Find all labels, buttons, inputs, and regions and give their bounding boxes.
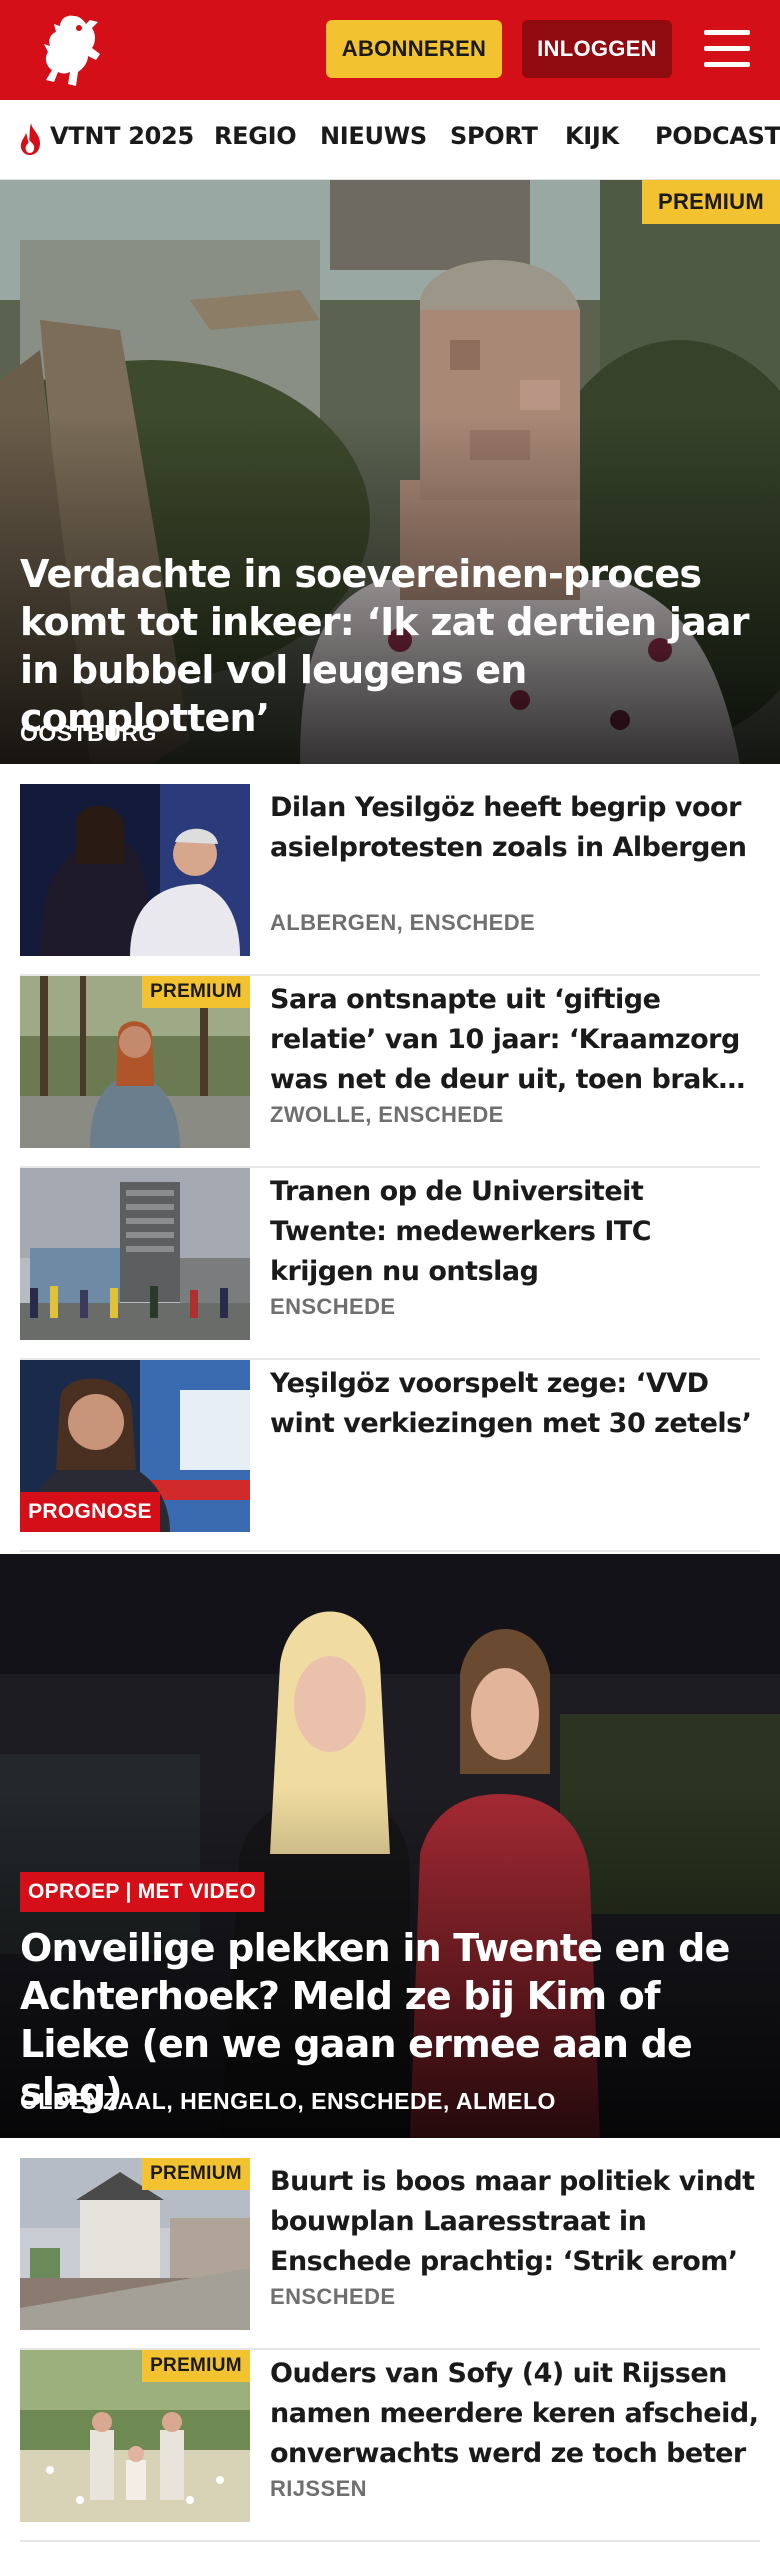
main-navigation: VTNT 2025 REGIO NIEUWS SPORT KIJK PODCAS… [0,100,780,180]
list-item[interactable]: PREMIUM Buurt is boos maar politiek vind… [20,2158,760,2350]
premium-badge: PREMIUM [142,976,250,1008]
site-header: ABONNEREN INLOGGEN [0,0,780,100]
article-title[interactable]: Ouders van Sofy (4) uit Rijssen namen me… [270,2354,760,2474]
article-title[interactable]: Sara ontsnapte uit ‘giftige relatie’ van… [270,980,760,1100]
article-thumbnail [20,1168,250,1340]
list-item[interactable]: Tranen op de Universiteit Twente: medewe… [20,1168,760,1360]
hero-title[interactable]: Verdachte in soevereinen-proces komt tot… [20,550,760,742]
list-item[interactable]: PROGNOSE Yeşilgöz voorspelt zege: ‘VVD w… [20,1360,760,1552]
featured-article[interactable]: OPROEP | MET VIDEO Onveilige plekken in … [0,1554,780,2138]
hero-article[interactable]: PREMIUM Verdachte in soevereinen-proces … [0,180,780,764]
login-button[interactable]: INLOGGEN [522,20,672,78]
premium-badge: PREMIUM [142,2158,250,2190]
hero-location: OOSTBURG [20,720,157,746]
oproep-label: OPROEP | MET VIDEO [20,1872,264,1912]
list-item[interactable]: PREMIUM Ouders van Sofy (4) uit Rijssen … [20,2350,760,2542]
article-location: ENSCHEDE [270,1294,396,1319]
article-thumbnail [20,784,250,956]
subscribe-button[interactable]: ABONNEREN [326,20,502,78]
list-item[interactable]: PREMIUM Sara ontsnapte uit ‘giftige rela… [20,976,760,1168]
flame-icon [16,122,46,156]
nav-item-sport[interactable]: SPORT [450,122,538,150]
featured-location: OLDENZAAL, HENGELO, ENSCHEDE, ALMELO [20,2088,556,2114]
nav-item-podcast[interactable]: PODCAST [655,122,780,150]
article-title[interactable]: Yeşilgöz voorspelt zege: ‘VVD wint verki… [270,1364,760,1444]
article-location: ENSCHEDE [270,2284,396,2309]
list-item[interactable]: Dilan Yesilgöz heeft begrip voor asielpr… [20,784,760,976]
premium-badge: PREMIUM [642,180,780,224]
article-title[interactable]: Dilan Yesilgöz heeft begrip voor asielpr… [270,788,760,868]
article-title[interactable]: Tranen op de Universiteit Twente: medewe… [270,1172,760,1292]
article-title[interactable]: Buurt is boos maar politiek vindt bouwpl… [270,2162,760,2282]
prognose-badge: PROGNOSE [20,1492,160,1532]
nav-item-kijk[interactable]: KIJK [565,122,619,150]
hamburger-menu-icon[interactable] [700,26,754,72]
tubantia-horse-icon[interactable] [36,10,108,90]
article-location: ALBERGEN, ENSCHEDE [270,910,536,935]
premium-badge: PREMIUM [142,2350,250,2382]
nav-item-vtnt-2025[interactable]: VTNT 2025 [50,122,194,150]
article-location: RIJSSEN [270,2476,367,2501]
nav-item-regio[interactable]: REGIO [214,122,297,150]
article-location: ZWOLLE, ENSCHEDE [270,1102,504,1127]
nav-item-nieuws[interactable]: NIEUWS [320,122,427,150]
